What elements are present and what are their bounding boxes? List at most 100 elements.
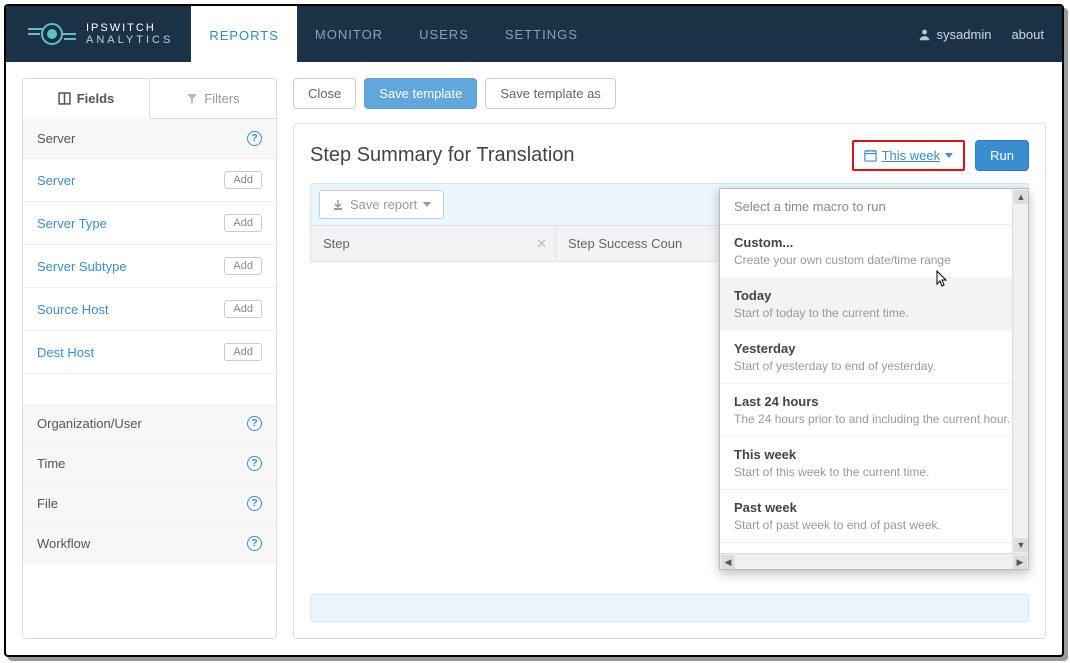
- category-label: File: [37, 496, 58, 511]
- close-button[interactable]: Close: [293, 78, 356, 109]
- main-area: Close Save template Save template as Ste…: [293, 78, 1046, 639]
- template-toolbar: Close Save template Save template as: [293, 78, 1046, 109]
- help-icon[interactable]: ?: [247, 131, 262, 146]
- sidebar-tabs: Fields Filters: [23, 79, 276, 119]
- content-body: Fields Filters Server ? Server Add Serve…: [6, 62, 1062, 655]
- help-icon[interactable]: ?: [247, 416, 262, 431]
- field-row: Server Subtype Add: [23, 245, 276, 288]
- save-template-button[interactable]: Save template: [364, 78, 477, 109]
- dd-title: Custom...: [734, 235, 1014, 250]
- logo-icon: [28, 19, 76, 49]
- dropdown-item-last-24h[interactable]: Last 24 hours The 24 hours prior to and …: [720, 384, 1028, 437]
- help-icon[interactable]: ?: [247, 536, 262, 551]
- category-workflow[interactable]: Workflow ?: [23, 524, 276, 563]
- field-link-server-subtype[interactable]: Server Subtype: [37, 259, 127, 274]
- dropdown-item-custom[interactable]: Custom... Create your own custom date/ti…: [720, 225, 1028, 278]
- report-header: Step Summary for Translation This week R…: [310, 140, 1029, 171]
- field-row: Dest Host Add: [23, 331, 276, 374]
- add-button[interactable]: Add: [224, 171, 262, 189]
- column-label: Step Success Coun: [568, 236, 682, 251]
- nav-tabs: REPORTS MONITOR USERS SETTINGS: [191, 6, 596, 62]
- caret-down-icon: [945, 153, 953, 158]
- field-row: Server Type Add: [23, 202, 276, 245]
- brand-line1: IPSWITCH: [86, 22, 173, 34]
- time-macro-dropdown: Select a time macro to run Custom... Cre…: [719, 188, 1029, 570]
- category-label: Time: [37, 456, 65, 471]
- about-link[interactable]: about: [1011, 27, 1044, 42]
- field-row: Server Add: [23, 159, 276, 202]
- scroll-left-icon[interactable]: ◀: [721, 555, 735, 569]
- dd-desc: Start of this week to the current time.: [734, 465, 1014, 479]
- save-template-as-button[interactable]: Save template as: [485, 78, 615, 109]
- dd-desc: Start of yesterday to end of yesterday.: [734, 359, 1014, 373]
- add-button[interactable]: Add: [224, 300, 262, 318]
- vertical-scrollbar[interactable]: ▲ ▼: [1012, 189, 1028, 553]
- dropdown-scroll[interactable]: Select a time macro to run Custom... Cre…: [720, 189, 1028, 569]
- category-server[interactable]: Server ?: [23, 119, 276, 159]
- dd-title: This week: [734, 447, 1014, 462]
- category-label: Workflow: [37, 536, 90, 551]
- category-file[interactable]: File ?: [23, 484, 276, 524]
- field-link-dest-host[interactable]: Dest Host: [37, 345, 94, 360]
- brand-logo: IPSWITCH ANALYTICS: [6, 19, 191, 49]
- user-icon: [918, 28, 931, 41]
- download-icon: [332, 199, 344, 211]
- add-button[interactable]: Add: [224, 257, 262, 275]
- report-title: Step Summary for Translation: [310, 144, 575, 167]
- add-button[interactable]: Add: [224, 214, 262, 232]
- tab-filters[interactable]: Filters: [150, 79, 276, 118]
- nav-tab-users[interactable]: USERS: [401, 6, 487, 62]
- column-label: Step: [323, 236, 350, 251]
- dd-desc: Start of today to the current time.: [734, 306, 1014, 320]
- dropdown-item-yesterday[interactable]: Yesterday Start of yesterday to end of y…: [720, 331, 1028, 384]
- report-panel: Step Summary for Translation This week R…: [293, 123, 1046, 639]
- tab-fields-label: Fields: [77, 91, 115, 106]
- filter-icon: [186, 93, 198, 105]
- horizontal-scrollbar[interactable]: ◀ ▶: [720, 553, 1028, 569]
- scroll-right-icon[interactable]: ▶: [1013, 555, 1027, 569]
- app-window: IPSWITCH ANALYTICS REPORTS MONITOR USERS…: [4, 4, 1064, 657]
- run-button[interactable]: Run: [975, 140, 1029, 171]
- calendar-icon: [864, 149, 877, 162]
- tab-fields[interactable]: Fields: [23, 79, 150, 119]
- time-range-selector[interactable]: This week: [852, 140, 966, 171]
- dropdown-item-this-week[interactable]: This week Start of this week to the curr…: [720, 437, 1028, 490]
- tab-filters-label: Filters: [204, 91, 239, 106]
- category-gap: [23, 374, 276, 404]
- top-navbar: IPSWITCH ANALYTICS REPORTS MONITOR USERS…: [6, 6, 1062, 62]
- help-icon[interactable]: ?: [247, 456, 262, 471]
- brand-line2: ANALYTICS: [86, 34, 173, 46]
- scroll-down-icon[interactable]: ▼: [1014, 538, 1028, 552]
- field-link-source-host[interactable]: Source Host: [37, 302, 109, 317]
- field-row: Source Host Add: [23, 288, 276, 331]
- nav-tab-reports[interactable]: REPORTS: [191, 6, 297, 62]
- user-menu[interactable]: sysadmin: [918, 27, 992, 42]
- category-time[interactable]: Time ?: [23, 444, 276, 484]
- caret-down-icon: [423, 202, 431, 207]
- remove-column-icon[interactable]: ✕: [536, 236, 547, 252]
- nav-right: sysadmin about: [918, 27, 1044, 42]
- field-link-server[interactable]: Server: [37, 173, 75, 188]
- dd-desc: Create your own custom date/time range: [734, 253, 1014, 267]
- category-server-label: Server: [37, 131, 75, 146]
- help-icon[interactable]: ?: [247, 496, 262, 511]
- time-range-label: This week: [882, 148, 941, 163]
- dd-title: Last 24 hours: [734, 394, 1014, 409]
- save-report-button[interactable]: Save report: [319, 190, 444, 219]
- nav-tab-settings[interactable]: SETTINGS: [487, 6, 596, 62]
- columns-icon: [58, 92, 71, 105]
- category-org-user[interactable]: Organization/User ?: [23, 404, 276, 444]
- scroll-up-icon[interactable]: ▲: [1014, 190, 1028, 204]
- add-button[interactable]: Add: [224, 343, 262, 361]
- dd-desc: The 24 hours prior to and including the …: [734, 412, 1014, 426]
- dropdown-item-past-week[interactable]: Past week Start of past week to end of p…: [720, 490, 1028, 543]
- dropdown-item-today[interactable]: Today Start of today to the current time…: [720, 278, 1028, 331]
- dd-desc: Start of past week to end of past week.: [734, 518, 1014, 532]
- category-label: Organization/User: [37, 416, 142, 431]
- column-header-step[interactable]: Step ✕: [311, 226, 556, 261]
- field-link-server-type[interactable]: Server Type: [37, 216, 107, 231]
- brand-text: IPSWITCH ANALYTICS: [86, 22, 173, 46]
- nav-tab-monitor[interactable]: MONITOR: [297, 6, 401, 62]
- grid-footer: [310, 594, 1029, 622]
- dd-title: Past week: [734, 500, 1014, 515]
